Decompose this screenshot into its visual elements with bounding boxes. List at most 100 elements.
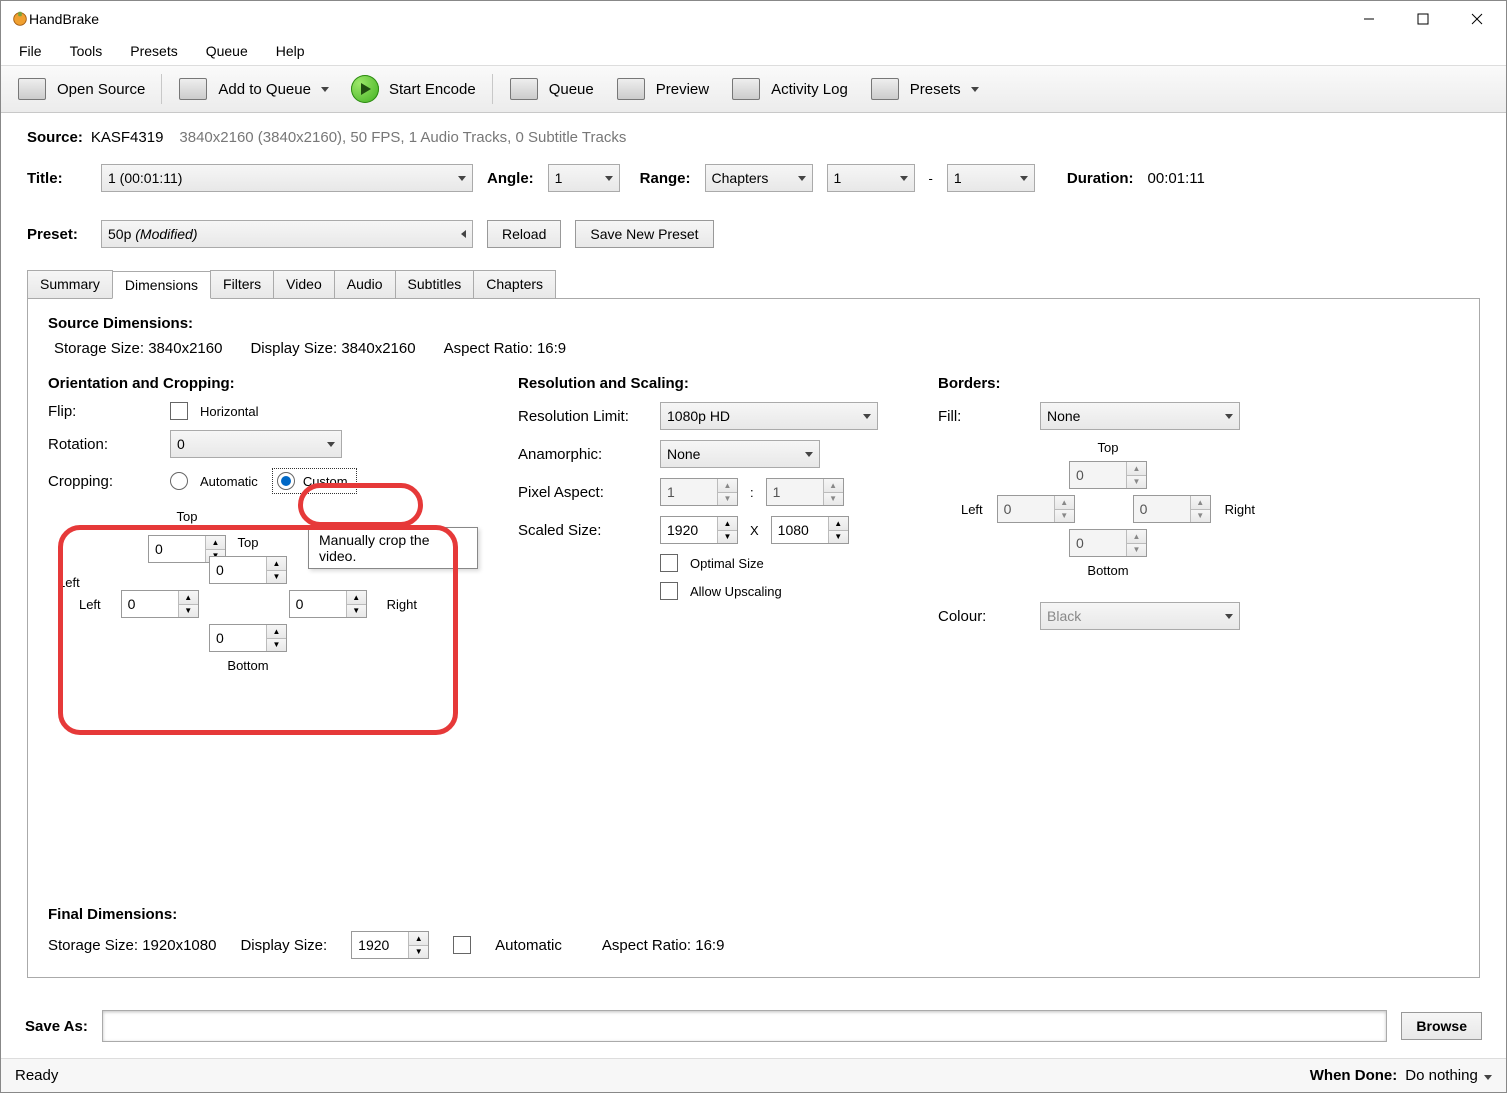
fill-label: Fill: bbox=[938, 408, 1028, 425]
crop-left-input[interactable]: ▲▼ bbox=[121, 590, 199, 618]
colour-label: Colour: bbox=[938, 608, 1028, 625]
rotation-select[interactable]: 0 bbox=[170, 430, 342, 458]
start-encode-button[interactable]: Start Encode bbox=[341, 71, 486, 107]
source-dimensions-title: Source Dimensions: bbox=[48, 315, 1459, 332]
scaled-h-input[interactable]: ▲▼ bbox=[771, 516, 849, 544]
chevron-down-icon bbox=[1225, 614, 1233, 619]
queue-button[interactable]: Queue bbox=[499, 72, 604, 106]
crop-top-label: Top bbox=[177, 509, 198, 524]
tab-dimensions[interactable]: Dimensions bbox=[112, 271, 211, 299]
log-icon bbox=[731, 76, 761, 102]
pixel-aspect-colon: : bbox=[750, 485, 754, 500]
crop-right-input[interactable]: ▲▼ bbox=[289, 590, 367, 618]
final-display-label: Display Size: bbox=[240, 937, 327, 954]
reload-button[interactable]: Reload bbox=[487, 220, 561, 248]
save-as-row: Save As: Browse bbox=[1, 994, 1506, 1058]
when-done-label: When Done: bbox=[1310, 1067, 1398, 1084]
scaled-label: Scaled Size: bbox=[518, 522, 648, 539]
final-storage: Storage Size: 1920x1080 bbox=[48, 937, 216, 954]
final-automatic-checkbox[interactable] bbox=[453, 936, 471, 954]
browse-button[interactable]: Browse bbox=[1401, 1012, 1482, 1040]
range-type-select[interactable]: Chapters bbox=[705, 164, 813, 192]
menu-queue[interactable]: Queue bbox=[192, 39, 262, 63]
presets-label: Presets bbox=[910, 81, 961, 98]
pixel-aspect-w: ▲▼ bbox=[660, 478, 738, 506]
maximize-button[interactable] bbox=[1396, 3, 1450, 35]
tab-summary[interactable]: Summary bbox=[27, 270, 113, 298]
fill-select[interactable]: None bbox=[1040, 402, 1240, 430]
tab-chapters[interactable]: Chapters bbox=[473, 270, 556, 298]
save-as-input[interactable] bbox=[102, 1010, 1388, 1042]
menu-presets[interactable]: Presets bbox=[116, 39, 191, 63]
pixel-aspect-h: ▲▼ bbox=[766, 478, 844, 506]
app-window: HandBrake File Tools Presets Queue Help … bbox=[0, 0, 1507, 1093]
range-from-select[interactable]: 1 bbox=[827, 164, 915, 192]
statusbar: Ready When Done: Do nothing bbox=[1, 1058, 1506, 1092]
source-details: 3840x2160 (3840x2160), 50 FPS, 1 Audio T… bbox=[179, 129, 626, 146]
anamorphic-value: None bbox=[667, 446, 700, 462]
tab-filters[interactable]: Filters bbox=[210, 270, 274, 298]
activity-log-button[interactable]: Activity Log bbox=[721, 72, 858, 106]
border-right-label: Right bbox=[1225, 502, 1255, 517]
resolution-title: Resolution and Scaling: bbox=[518, 375, 898, 392]
chevron-down-icon bbox=[605, 176, 613, 181]
border-top-input: ▲▼ bbox=[1069, 461, 1147, 489]
presets-button[interactable]: Presets bbox=[860, 72, 989, 106]
cropping-custom-radio[interactable] bbox=[277, 472, 295, 490]
minimize-button[interactable] bbox=[1342, 3, 1396, 35]
optimal-size-checkbox[interactable] bbox=[660, 554, 678, 572]
crop-top-input[interactable]: ▲▼ bbox=[209, 556, 287, 584]
save-new-preset-button[interactable]: Save New Preset bbox=[575, 220, 713, 248]
allow-upscaling-checkbox[interactable] bbox=[660, 582, 678, 600]
chevron-down-icon[interactable] bbox=[971, 87, 979, 92]
final-display-input[interactable]: ▲▼ bbox=[351, 931, 429, 959]
range-label: Range: bbox=[640, 170, 691, 187]
cropping-automatic-radio[interactable] bbox=[170, 472, 188, 490]
crop-bottom-input[interactable]: ▲▼ bbox=[209, 624, 287, 652]
rotation-label: Rotation: bbox=[48, 436, 158, 453]
range-to-select[interactable]: 1 bbox=[947, 164, 1035, 192]
chevron-down-icon bbox=[1484, 1075, 1492, 1080]
open-source-button[interactable]: Open Source bbox=[7, 72, 155, 106]
preset-select[interactable]: 50p (Modified) bbox=[101, 220, 473, 248]
menu-tools[interactable]: Tools bbox=[56, 39, 117, 63]
chevron-down-icon bbox=[900, 176, 908, 181]
title-select[interactable]: 1 (00:01:11) bbox=[101, 164, 473, 192]
chevron-down-icon bbox=[327, 442, 335, 447]
tab-subtitles[interactable]: Subtitles bbox=[395, 270, 475, 298]
angle-value: 1 bbox=[555, 170, 563, 186]
open-source-label: Open Source bbox=[57, 81, 145, 98]
play-icon bbox=[351, 75, 379, 103]
close-button[interactable] bbox=[1450, 3, 1504, 35]
range-to-value: 1 bbox=[954, 170, 962, 186]
menu-file[interactable]: File bbox=[5, 39, 56, 63]
res-limit-select[interactable]: 1080p HD bbox=[660, 402, 878, 430]
res-limit-label: Resolution Limit: bbox=[518, 408, 648, 425]
tab-audio[interactable]: Audio bbox=[334, 270, 396, 298]
anamorphic-select[interactable]: None bbox=[660, 440, 820, 468]
tab-video[interactable]: Video bbox=[273, 270, 335, 298]
flip-label: Flip: bbox=[48, 403, 158, 420]
menu-help[interactable]: Help bbox=[262, 39, 319, 63]
title-label: Title: bbox=[27, 170, 87, 187]
preview-button[interactable]: Preview bbox=[606, 72, 719, 106]
add-to-queue-button[interactable]: Add to Queue bbox=[168, 72, 339, 106]
angle-select[interactable]: 1 bbox=[548, 164, 620, 192]
window-title: HandBrake bbox=[29, 11, 99, 27]
duration-value: 00:01:11 bbox=[1148, 170, 1205, 187]
activity-log-label: Activity Log bbox=[771, 81, 848, 98]
flip-horizontal-checkbox[interactable] bbox=[170, 402, 188, 420]
scaled-x: X bbox=[750, 523, 759, 538]
border-left-label: Left bbox=[961, 502, 983, 517]
scaled-w-input[interactable]: ▲▼ bbox=[660, 516, 738, 544]
border-right-input: ▲▼ bbox=[1133, 495, 1211, 523]
border-bottom-input: ▲▼ bbox=[1069, 529, 1147, 557]
chevron-down-icon[interactable] bbox=[321, 87, 329, 92]
flip-option-label: Horizontal bbox=[200, 404, 259, 419]
final-dimensions-title: Final Dimensions: bbox=[48, 906, 1459, 923]
titlebar: HandBrake bbox=[1, 1, 1506, 37]
when-done-value[interactable]: Do nothing bbox=[1405, 1067, 1492, 1084]
start-encode-label: Start Encode bbox=[389, 81, 476, 98]
chevron-right-icon bbox=[461, 230, 466, 238]
storage-size: Storage Size: 3840x2160 bbox=[54, 340, 222, 357]
